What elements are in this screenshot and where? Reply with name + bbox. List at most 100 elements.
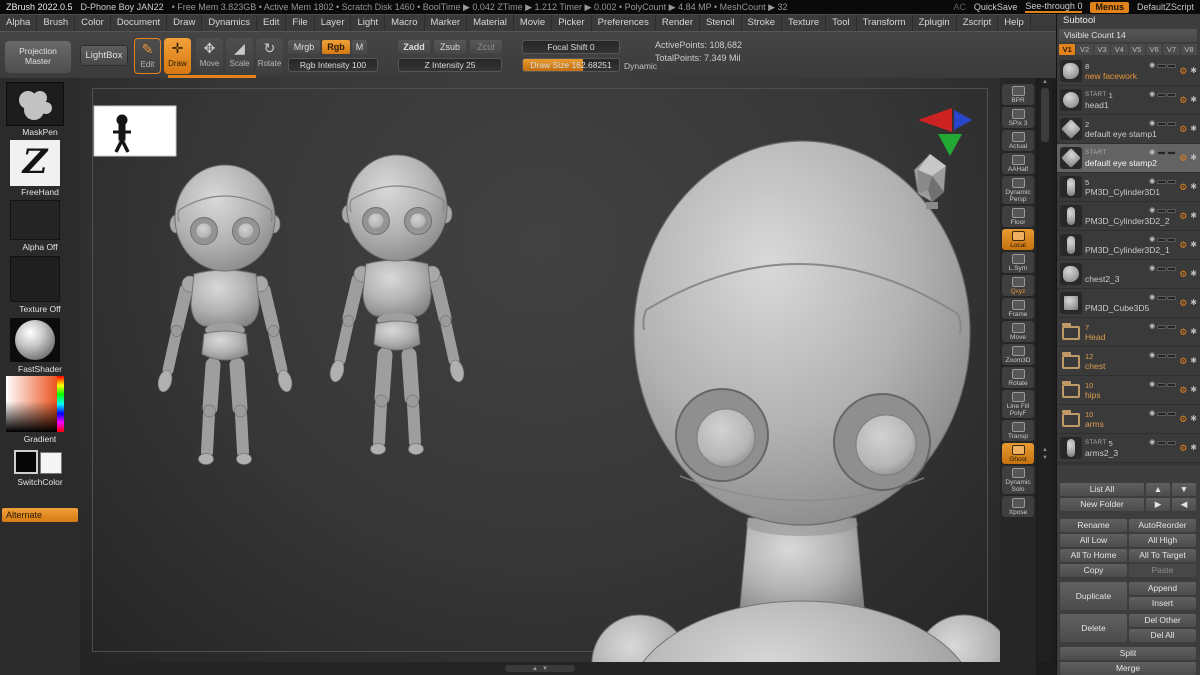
z-intensity-slider[interactable]: Z Intensity 25 xyxy=(398,58,502,72)
mini-slider[interactable] xyxy=(1167,354,1177,358)
subtool-name[interactable]: head1 xyxy=(1085,100,1176,110)
copy-button[interactable]: Copy xyxy=(1060,564,1127,577)
subtool-name[interactable]: arms2_3 xyxy=(1085,448,1176,458)
mesh-thumbnail[interactable] xyxy=(1060,437,1082,459)
split-button[interactable]: Split xyxy=(1060,647,1196,660)
mini-slider[interactable] xyxy=(1157,209,1167,213)
move-into-folder-button[interactable]: ▶ xyxy=(1146,498,1170,511)
star-icon[interactable]: ✱ xyxy=(1190,269,1197,279)
divider-mid-up-icon[interactable]: ▲ xyxy=(1038,446,1052,454)
zsub-button[interactable]: Zsub xyxy=(434,40,466,54)
menu-item-stencil[interactable]: Stencil xyxy=(700,15,742,31)
delete-button[interactable]: Delete xyxy=(1060,614,1127,642)
mesh-thumbnail[interactable] xyxy=(1060,89,1082,111)
scroll-up-icon[interactable]: ▲ xyxy=(532,666,538,672)
zadd-button[interactable]: Zadd xyxy=(398,40,430,54)
rgb-button[interactable]: Rgb xyxy=(322,40,350,54)
strip-button-qxyz[interactable]: Qxyz xyxy=(1002,275,1034,296)
panel-divider-scrollbar[interactable]: ▲ ▲ ▼ xyxy=(1038,78,1052,662)
folder-icon[interactable] xyxy=(1060,379,1082,401)
subtool-name[interactable]: new facework xyxy=(1085,71,1176,81)
subtool-item[interactable]: ◉ chest2_3 ⚙ ✱ xyxy=(1057,260,1200,289)
subtool-name[interactable]: default eye stamp2 xyxy=(1085,158,1176,168)
subtool-name[interactable]: PM3D_Cylinder3D2_1 xyxy=(1085,245,1176,255)
subtool-tab-v4[interactable]: V4 xyxy=(1111,44,1128,55)
star-icon[interactable]: ✱ xyxy=(1190,153,1197,163)
subtool-item[interactable]: 10 ◉ arms ⚙ ✱ xyxy=(1057,405,1200,434)
subtool-up-button[interactable]: ▲ xyxy=(1146,483,1170,496)
visibility-eye-icon[interactable]: ◉ xyxy=(1149,62,1155,70)
scale-button[interactable]: ◢ Scale xyxy=(226,38,253,74)
folder-icon[interactable] xyxy=(1060,408,1082,430)
mini-slider[interactable] xyxy=(1167,267,1177,271)
mini-slider[interactable] xyxy=(1167,441,1177,445)
star-icon[interactable]: ✱ xyxy=(1190,356,1197,366)
menu-item-tool[interactable]: Tool xyxy=(826,15,857,31)
all-to-home-button[interactable]: All To Home xyxy=(1060,549,1127,562)
subtool-down-button[interactable]: ▼ xyxy=(1172,483,1196,496)
autoreorder-button[interactable]: AutoReorder xyxy=(1129,519,1196,532)
mini-slider[interactable] xyxy=(1157,151,1167,155)
menu-item-movie[interactable]: Movie xyxy=(514,15,553,31)
menu-item-edit[interactable]: Edit xyxy=(257,15,287,31)
gear-icon[interactable]: ⚙ xyxy=(1179,182,1187,192)
mini-slider[interactable] xyxy=(1157,383,1167,387)
visibility-eye-icon[interactable]: ◉ xyxy=(1149,91,1155,99)
menus-toggle-button[interactable]: Menus xyxy=(1090,1,1129,13)
visibility-eye-icon[interactable]: ◉ xyxy=(1149,265,1155,273)
visibility-eye-icon[interactable]: ◉ xyxy=(1149,352,1155,360)
visibility-eye-icon[interactable]: ◉ xyxy=(1149,410,1155,418)
new-folder-button[interactable]: New Folder xyxy=(1060,498,1144,511)
color-picker-gradient[interactable] xyxy=(6,376,64,432)
menu-item-transform[interactable]: Transform xyxy=(857,15,913,31)
mini-slider[interactable] xyxy=(1167,180,1177,184)
alternate-button[interactable]: Alternate xyxy=(2,508,78,522)
lightbox-button[interactable]: LightBox xyxy=(80,45,128,66)
strip-button-spix-3[interactable]: SPix 3 xyxy=(1002,107,1034,128)
hue-strip[interactable] xyxy=(57,376,64,432)
subtool-name[interactable]: chest xyxy=(1085,361,1176,371)
insert-button[interactable]: Insert xyxy=(1129,597,1196,610)
rename-button[interactable]: Rename xyxy=(1060,519,1127,532)
see-through-slider[interactable]: See-through 0 xyxy=(1025,1,1083,13)
visibility-eye-icon[interactable]: ◉ xyxy=(1149,381,1155,389)
mini-slider[interactable] xyxy=(1167,296,1177,300)
mini-slider[interactable] xyxy=(1167,93,1177,97)
visibility-eye-icon[interactable]: ◉ xyxy=(1149,323,1155,331)
mini-slider[interactable] xyxy=(1167,412,1177,416)
subtool-tab-v2[interactable]: V2 xyxy=(1076,44,1093,55)
strip-button-local[interactable]: Local xyxy=(1002,229,1034,250)
gear-icon[interactable]: ⚙ xyxy=(1179,298,1187,308)
subtool-item[interactable]: START ◉ default eye stamp2 ⚙ ✱ xyxy=(1057,144,1200,173)
subtool-tab-v5[interactable]: V5 xyxy=(1128,44,1145,55)
m-button[interactable]: M xyxy=(352,40,367,54)
quicksave-button[interactable]: QuickSave xyxy=(974,2,1018,12)
subtool-tab-v8[interactable]: V8 xyxy=(1180,44,1197,55)
gear-icon[interactable]: ⚙ xyxy=(1179,269,1187,279)
gear-icon[interactable]: ⚙ xyxy=(1179,414,1187,424)
menu-item-color[interactable]: Color xyxy=(75,15,111,31)
star-icon[interactable]: ✱ xyxy=(1190,385,1197,395)
mesh-thumbnail[interactable] xyxy=(1060,263,1082,285)
texture-off-thumbnail[interactable] xyxy=(10,256,60,302)
menu-item-brush[interactable]: Brush xyxy=(37,15,76,31)
mini-slider[interactable] xyxy=(1157,325,1167,329)
strip-button-l-sym[interactable]: L.Sym xyxy=(1002,252,1034,273)
all-low-button[interactable]: All Low xyxy=(1060,534,1127,547)
mesh-thumbnail[interactable] xyxy=(1060,118,1082,140)
mini-slider[interactable] xyxy=(1157,354,1167,358)
gear-icon[interactable]: ⚙ xyxy=(1179,153,1187,163)
strip-button-aahalf[interactable]: AAHalf xyxy=(1002,153,1034,174)
menu-item-render[interactable]: Render xyxy=(656,15,701,31)
mesh-thumbnail[interactable] xyxy=(1060,234,1082,256)
camera-nav-gizmo[interactable] xyxy=(918,108,972,156)
subtool-item[interactable]: 7 ◉ Head ⚙ ✱ xyxy=(1057,318,1200,347)
menu-item-texture[interactable]: Texture xyxy=(782,15,827,31)
menu-item-draw[interactable]: Draw xyxy=(167,15,203,31)
gear-icon[interactable]: ⚙ xyxy=(1179,443,1187,453)
paste-button[interactable]: Paste xyxy=(1129,564,1196,577)
menu-item-material[interactable]: Material xyxy=(467,15,514,31)
subtool-item[interactable]: ◉ PM3D_Cylinder3D2_2 ⚙ ✱ xyxy=(1057,202,1200,231)
mesh-thumbnail[interactable] xyxy=(1060,147,1082,169)
strip-button-actual[interactable]: Actual xyxy=(1002,130,1034,151)
